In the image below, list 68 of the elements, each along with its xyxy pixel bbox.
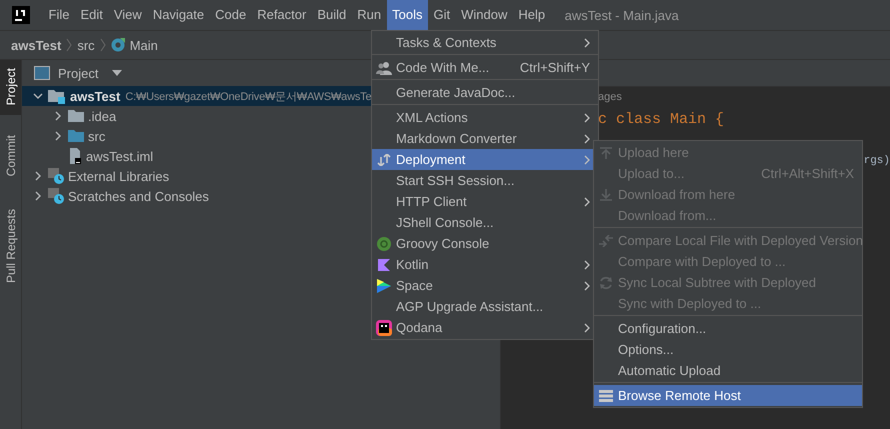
expand-chevron-icon[interactable] <box>53 131 63 141</box>
menu-item[interactable]: Git <box>428 0 456 30</box>
breadcrumb-separator-icon <box>66 38 72 52</box>
expand-chevron-icon[interactable] <box>33 91 43 101</box>
menu-item[interactable]: Refactor <box>252 0 312 30</box>
window-title: awsTest - Main.java <box>564 8 679 22</box>
dropdown-caret-icon[interactable] <box>112 70 122 76</box>
space-icon <box>376 278 392 294</box>
sync-icon <box>599 276 613 290</box>
menu-option[interactable]: Code With Me... Ctrl+Shift+Y <box>372 57 598 78</box>
tree-item-label: .idea <box>88 108 116 124</box>
app-logo-icon[interactable] <box>12 6 30 24</box>
file-icon <box>68 148 82 164</box>
tree-item-label: awsTest <box>70 88 120 104</box>
server-icon <box>599 390 613 402</box>
people-icon <box>376 60 392 74</box>
groovy-icon <box>377 236 391 250</box>
menu-item[interactable]: Tools <box>386 0 428 30</box>
menu-item[interactable]: Window <box>456 0 513 30</box>
menu-option[interactable]: Options... <box>594 339 862 360</box>
menu-item[interactable]: View <box>108 0 148 30</box>
breadcrumb[interactable]: awsTest <box>11 38 62 52</box>
code-text: rgs) <box>864 155 890 167</box>
upload-icon <box>600 146 612 158</box>
menu-option[interactable]: Browse Remote Host <box>594 385 862 406</box>
breadcrumb-separator-icon <box>100 38 106 52</box>
tree-item-label: src <box>88 128 106 144</box>
qodana-icon <box>376 320 392 336</box>
menu-item[interactable]: Help <box>512 0 551 30</box>
shortcut-text: Ctrl+Shift+Y <box>520 60 590 75</box>
code-text: c class Main { <box>598 111 724 128</box>
download-icon <box>600 188 612 200</box>
shortcut-text: Ctrl+Alt+Shift+X <box>761 166 854 181</box>
panel-title[interactable]: Project <box>58 66 98 80</box>
menu-item[interactable]: Run <box>352 0 387 30</box>
project-path: C:₩Users₩gazet₩OneDrive₩문서₩AWS₩awsTe <box>125 90 372 104</box>
folder-icon <box>68 109 84 123</box>
expand-chevron-icon[interactable] <box>53 111 63 121</box>
tree-item-label: External Libraries <box>68 168 170 184</box>
compare-arrows-icon <box>599 234 613 246</box>
tool-window-tab[interactable]: Commit <box>0 115 21 187</box>
kotlin-icon <box>378 258 390 270</box>
menu-item[interactable]: File <box>43 0 75 30</box>
up-down-arrows-icon <box>377 154 391 166</box>
expand-chevron-icon[interactable] <box>33 171 43 181</box>
breadcrumb[interactable]: Main <box>130 38 158 52</box>
expand-chevron-icon[interactable] <box>33 191 43 201</box>
scratches-icon <box>48 188 64 204</box>
menu-option[interactable]: XML Actions <box>372 107 598 128</box>
breadcrumb[interactable]: src <box>77 38 95 52</box>
menu-option[interactable]: Tasks & Contexts <box>372 32 598 53</box>
menu-option[interactable]: Automatic Upload <box>594 360 862 381</box>
menu-item[interactable]: Code <box>210 0 252 30</box>
menu-option[interactable]: Configuration... <box>594 318 862 339</box>
panel-icon <box>34 66 50 80</box>
tool-window-tab[interactable]: Pull Requests <box>0 186 21 293</box>
module-folder-icon <box>48 88 66 104</box>
menu-item[interactable]: Edit <box>74 0 108 30</box>
tree-item-label: awsTest.iml <box>86 148 154 164</box>
class-icon <box>110 38 125 52</box>
code-text: ages <box>598 91 622 103</box>
menu-option[interactable]: Generate JavaDoc... <box>372 82 598 103</box>
tool-window-tab[interactable]: Project <box>0 60 21 116</box>
tree-item-label: Scratches and Consoles <box>68 188 209 204</box>
menu-item[interactable]: Build <box>312 0 352 30</box>
menu-item[interactable]: Navigate <box>147 0 210 30</box>
folder-icon <box>68 129 84 143</box>
scratches-icon <box>48 168 64 184</box>
